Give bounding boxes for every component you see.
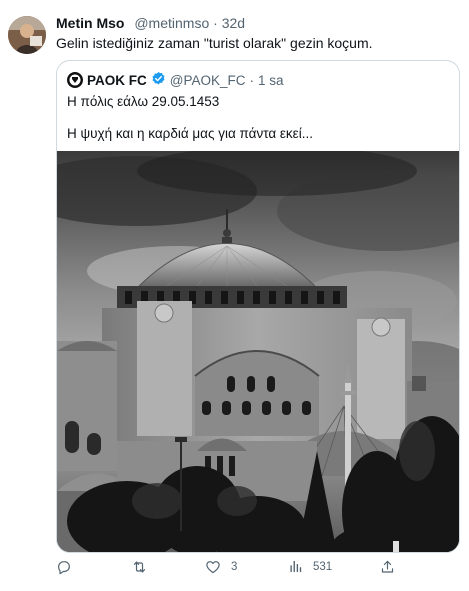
reply-button[interactable] <box>56 559 72 575</box>
author-handle[interactable]: @metinmso <box>134 15 209 31</box>
quoted-tweet-text-line1: Η πόλις εάλω 29.05.1453 <box>67 94 220 109</box>
tweet-header: Metin Mso @metinmso · 32d <box>56 15 245 31</box>
views-count: 531 <box>313 560 333 573</box>
like-button[interactable]: 3 <box>205 559 237 575</box>
quoted-author-name[interactable]: PAOK FC <box>87 73 147 88</box>
tweet[interactable]: Metin Mso @metinmso · 32d Gelin istediği… <box>0 0 469 591</box>
quoted-author-avatar[interactable] <box>67 72 83 88</box>
analytics-icon <box>288 559 303 574</box>
retweet-icon <box>131 559 148 575</box>
hagia-sophia-photo[interactable] <box>57 151 459 552</box>
heart-icon <box>205 559 221 575</box>
like-count: 3 <box>231 561 238 573</box>
quoted-tweet[interactable]: PAOK FC @PAOK_FC · 1 sa Η πόλις εάλω 29.… <box>56 60 460 553</box>
author-avatar[interactable] <box>8 16 46 54</box>
quoted-tweet-age[interactable]: 1 sa <box>258 73 284 88</box>
author-name[interactable]: Metin Mso <box>56 15 124 31</box>
header-separator: · <box>213 15 218 31</box>
quoted-header-separator: · <box>249 72 254 88</box>
reply-icon <box>56 559 72 575</box>
share-button[interactable] <box>380 559 395 575</box>
tweet-text: Gelin istediğiniz zaman "turist olarak" … <box>56 35 373 51</box>
retweet-button[interactable] <box>131 559 148 575</box>
share-icon <box>380 559 395 575</box>
quoted-tweet-header: PAOK FC @PAOK_FC · 1 sa <box>67 71 284 89</box>
tweet-actions-bar: 3 531 <box>0 559 469 583</box>
tweet-age[interactable]: 32d <box>222 15 245 31</box>
quoted-author-handle[interactable]: @PAOK_FC <box>170 73 246 88</box>
quoted-tweet-text-line2: Η ψυχή και η καρδιά μας για πάντα εκεί..… <box>67 126 313 141</box>
verified-badge-icon <box>151 71 166 89</box>
views-button[interactable]: 531 <box>288 559 332 574</box>
